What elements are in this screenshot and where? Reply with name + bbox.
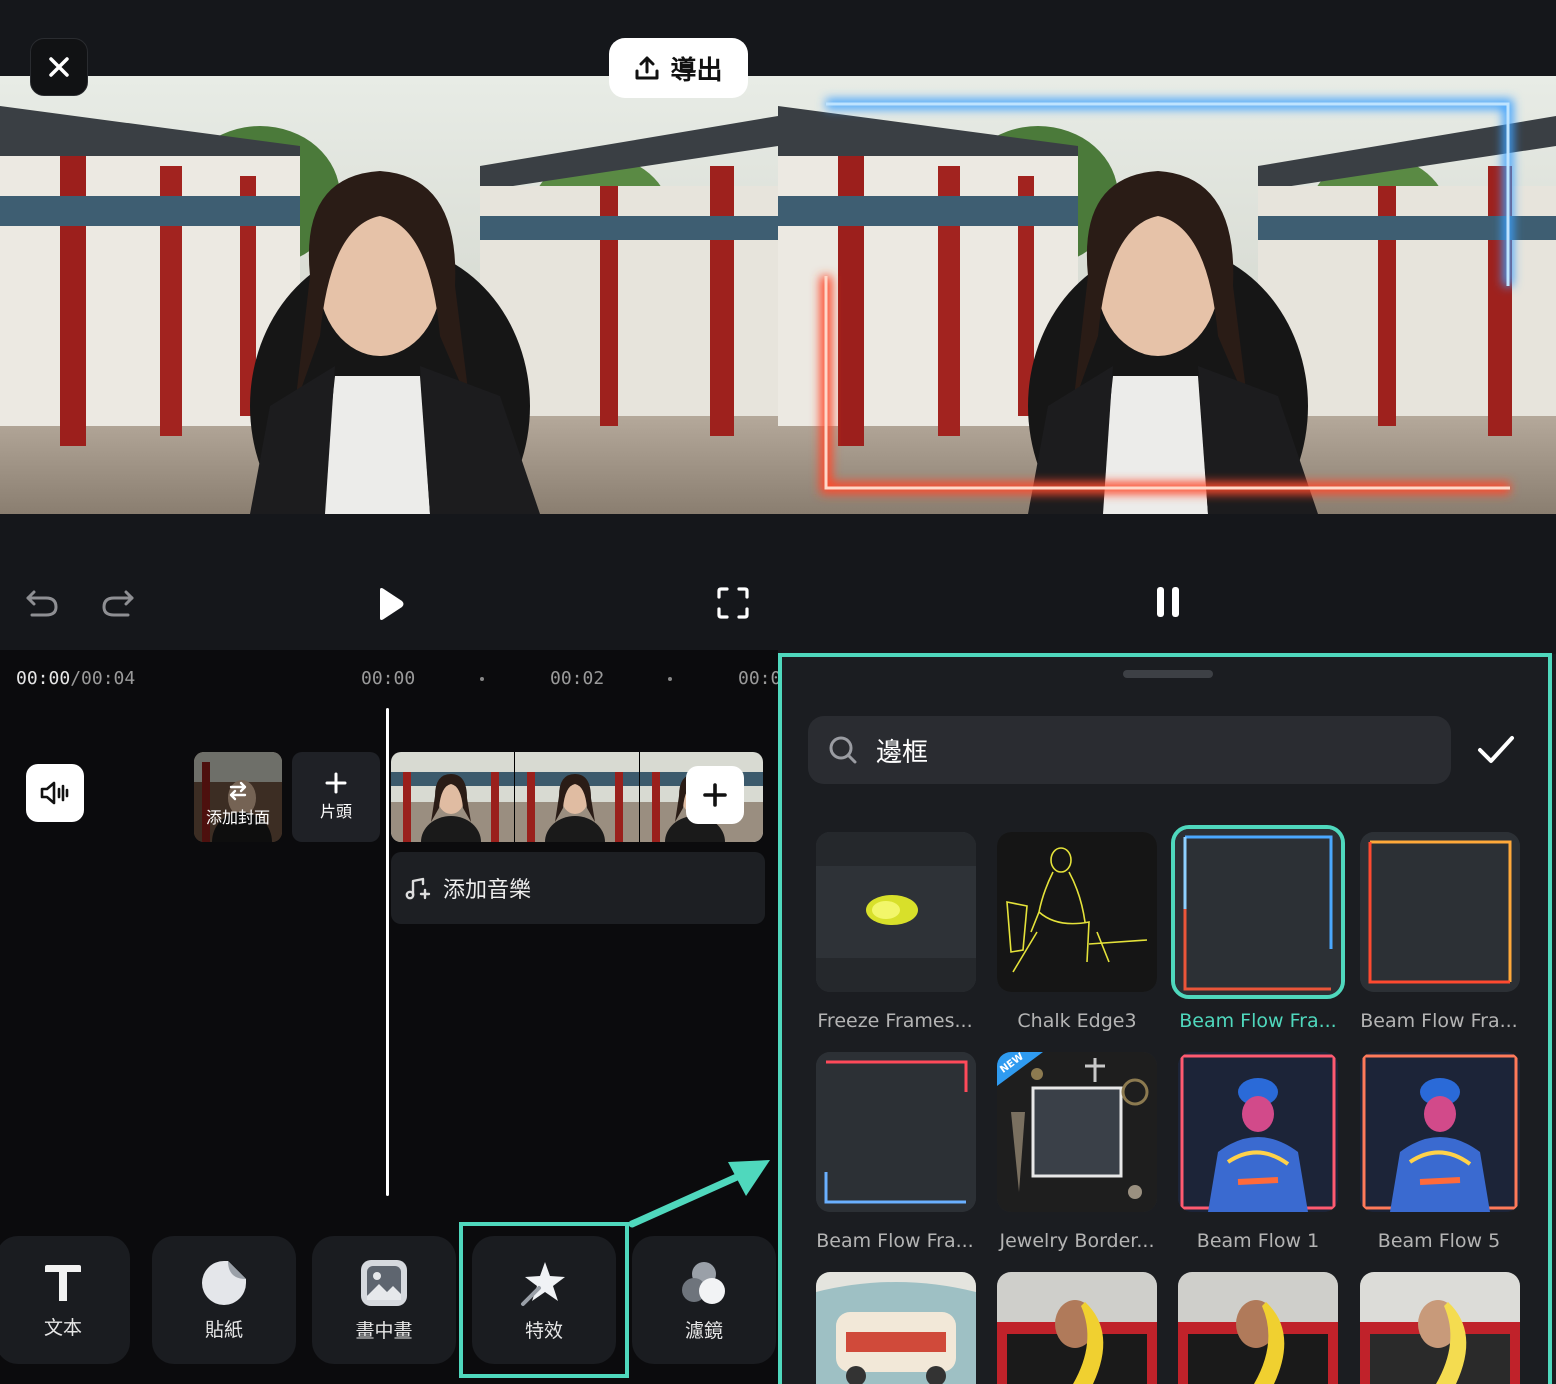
undo-icon — [26, 590, 58, 617]
pause-icon — [1157, 587, 1179, 617]
ruler-tick: 00:0 — [738, 668, 778, 689]
annotation-arrow — [628, 1160, 770, 1228]
upload-icon — [635, 56, 659, 80]
redo-icon — [102, 590, 134, 617]
ruler-tick: 00:00 — [361, 668, 416, 689]
plus-icon — [325, 772, 347, 794]
effects-panel: 邊框 Freeze Frames... Chalk Edge3 Beam Flo… — [778, 0, 1556, 1384]
tool-label: 貼紙 — [204, 1318, 243, 1341]
picture-in-picture-icon — [361, 1259, 407, 1306]
add-clip-button[interactable] — [686, 766, 744, 824]
fullscreen-icon — [717, 587, 749, 619]
speaker-icon — [40, 781, 69, 805]
clip-frame — [515, 752, 640, 842]
preview-image — [778, 76, 1556, 514]
close-icon — [49, 57, 69, 77]
tool-text[interactable]: 文本 — [0, 1236, 130, 1364]
add-intro-label: 片頭 — [319, 802, 352, 821]
add-music-label: 添加音樂 — [443, 878, 532, 903]
tool-picture-in-picture[interactable]: 畫中畫 — [312, 1236, 456, 1364]
tool-label: 畫中畫 — [355, 1319, 413, 1342]
fullscreen-button[interactable] — [712, 582, 754, 624]
export-label: 導出 — [670, 55, 723, 86]
swap-icon — [229, 781, 247, 801]
ruler-tick: 00:02 — [550, 668, 605, 689]
playhead[interactable] — [386, 708, 389, 1196]
music-add-icon — [405, 877, 431, 900]
timecode: 00:00/00:04 — [16, 668, 135, 689]
add-intro-button[interactable]: 片頭 — [292, 752, 380, 842]
sticker-icon — [202, 1260, 246, 1305]
ruler-dot — [668, 677, 672, 681]
mute-audio-button[interactable] — [26, 764, 84, 822]
preview-image — [0, 76, 778, 514]
export-button[interactable]: 導出 — [609, 38, 748, 98]
filter-icon — [682, 1261, 725, 1304]
pause-button[interactable] — [1148, 582, 1188, 622]
playback-controls — [778, 514, 1556, 654]
add-cover-label: 添加封面 — [205, 808, 270, 827]
top-bar — [778, 0, 1556, 76]
tool-filter[interactable]: 濾鏡 — [632, 1236, 776, 1364]
timeline[interactable] — [0, 650, 778, 1220]
video-preview[interactable] — [0, 76, 778, 514]
undo-button[interactable] — [22, 582, 62, 622]
effects-highlight — [459, 1222, 629, 1378]
play-icon — [380, 588, 404, 620]
text-icon — [45, 1264, 81, 1301]
redo-button[interactable] — [98, 582, 138, 622]
timecode-total: /00:04 — [70, 668, 136, 689]
close-button[interactable] — [30, 38, 88, 96]
timecode-current: 00:00 — [16, 668, 71, 689]
tool-label: 濾鏡 — [684, 1319, 723, 1342]
effect-preview[interactable] — [778, 76, 1556, 514]
tool-label: 文本 — [43, 1316, 82, 1339]
clip-frame — [391, 752, 516, 842]
effects-panel-highlight — [778, 653, 1552, 1384]
add-cover-button[interactable]: 添加封面 — [194, 752, 282, 842]
play-button[interactable] — [368, 582, 412, 626]
ruler-dot — [480, 677, 484, 681]
add-music-track[interactable]: 添加音樂 — [391, 852, 765, 924]
plus-icon — [703, 783, 727, 807]
tool-sticker[interactable]: 貼紙 — [152, 1236, 296, 1364]
playback-controls — [0, 514, 778, 650]
